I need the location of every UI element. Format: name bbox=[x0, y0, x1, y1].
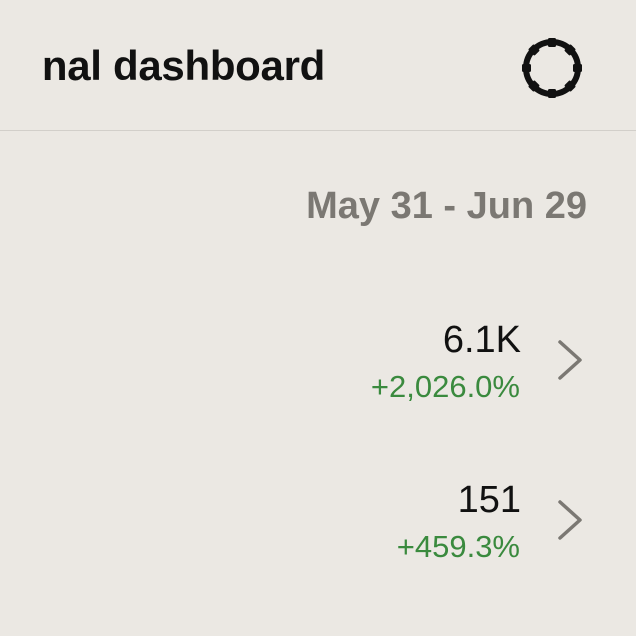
header-divider bbox=[0, 130, 636, 131]
page-title: nal dashboard bbox=[41, 42, 325, 89]
settings-button[interactable] bbox=[516, 32, 588, 104]
chevron-right-icon bbox=[558, 340, 582, 380]
metric-row-2[interactable]: 151 +459.3% bbox=[0, 472, 636, 582]
date-range-label[interactable]: May 31 - Jun 29 bbox=[306, 183, 587, 229]
metric-value: 151 bbox=[457, 479, 521, 521]
header-bar: nal dashboard bbox=[0, 0, 636, 131]
metric-change: +459.3% bbox=[396, 529, 520, 564]
metric-change: +2,026.0% bbox=[370, 369, 520, 404]
metric-value: 6.1K bbox=[442, 319, 521, 361]
dashboard-screen: nal dashboard May 31 - Jun 29 6.1K +2,02… bbox=[0, 0, 636, 636]
metric-row-1[interactable]: 6.1K +2,026.0% bbox=[0, 310, 636, 420]
chevron-right-icon bbox=[558, 500, 582, 540]
gear-icon bbox=[522, 38, 582, 98]
